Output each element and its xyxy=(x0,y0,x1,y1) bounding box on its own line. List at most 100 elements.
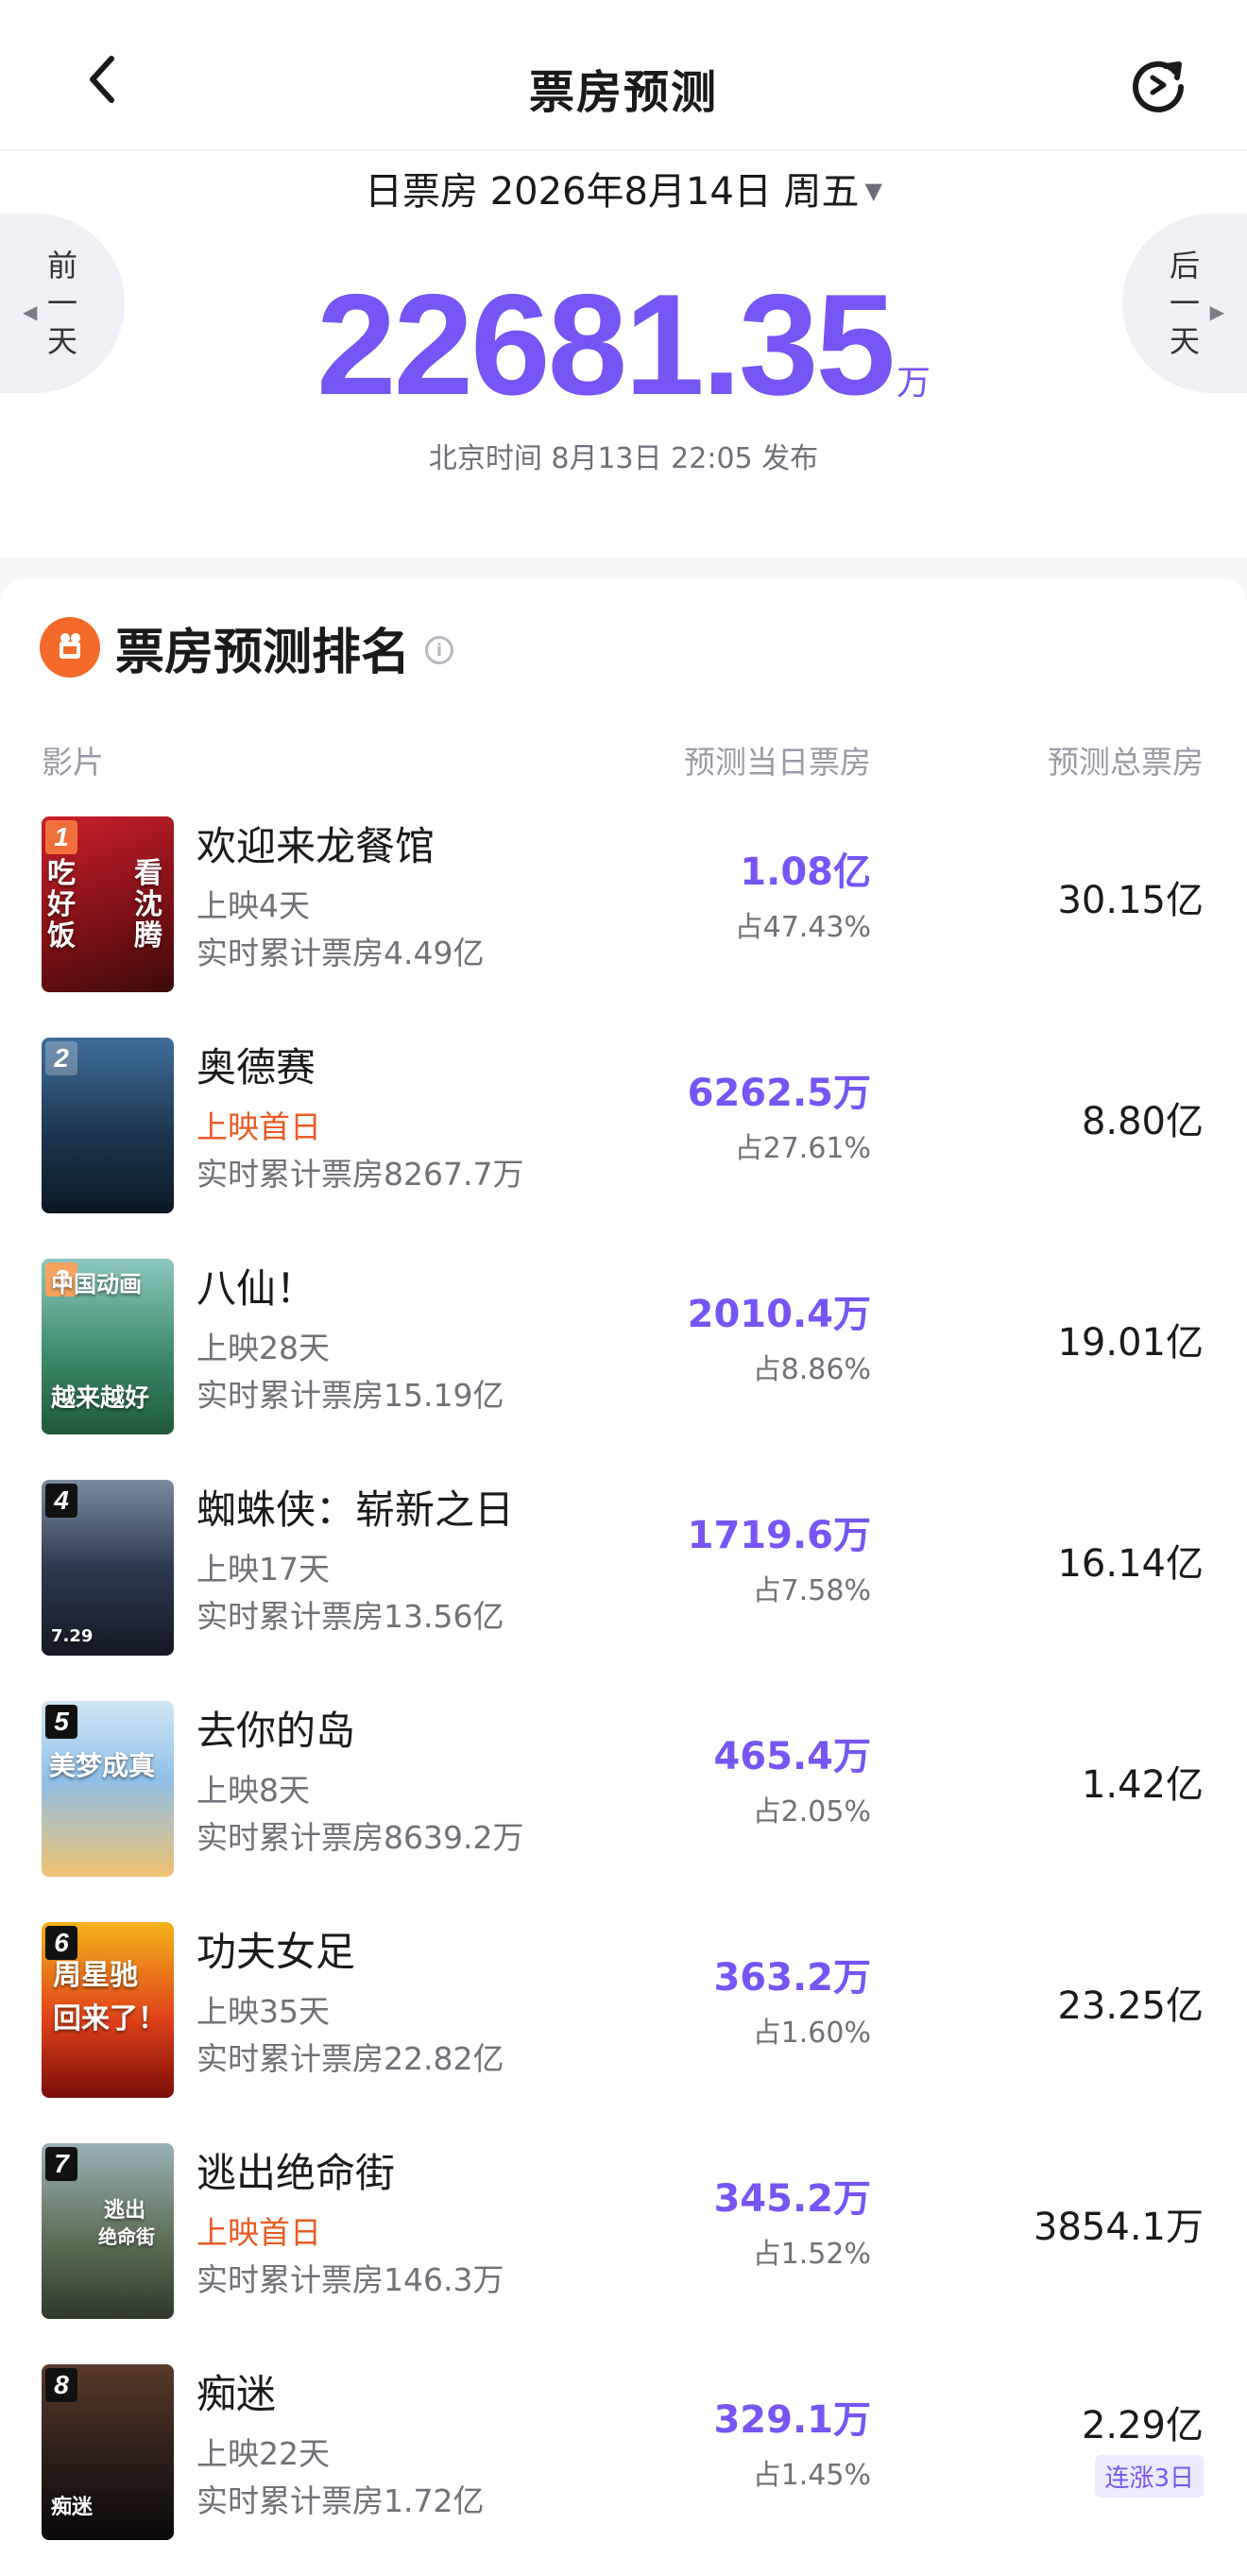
predicted-total-box: 16.14亿 xyxy=(1057,1542,1204,1586)
column-header-total-box: 预测总票房 xyxy=(1048,744,1204,781)
film-release-days: 上映首日 xyxy=(196,2214,321,2251)
day-box-share: 占2.05% xyxy=(752,1795,871,1829)
rank-badge: 7 xyxy=(45,2147,77,2181)
film-row[interactable]: 5 美梦成真 去你的岛 上映8天 实时累计票房8639.2万 465.4万 占2.… xyxy=(0,1688,1247,1909)
rank-badge: 4 xyxy=(45,1484,77,1518)
top-bar: 票房预测 xyxy=(0,0,1247,151)
film-poster[interactable]: 1 吃好饭 看沈腾 xyxy=(42,816,174,992)
predicted-day-box: 2010.4万 xyxy=(687,1293,871,1336)
film-release-days: 上映22天 xyxy=(196,2435,330,2472)
trend-badge: 连涨3日 xyxy=(1095,2455,1204,2498)
predicted-total-box: 8.80亿 xyxy=(1081,1100,1204,1143)
predicted-total-box: 2.29亿 xyxy=(1081,2404,1204,2447)
film-cumulative-box: 实时累计票房8639.2万 xyxy=(196,1819,524,1856)
film-name: 蜘蛛侠：崭新之日 xyxy=(196,1486,515,1533)
poster-text: 吃好饭 xyxy=(47,857,76,953)
film-name: 逃出绝命街 xyxy=(196,2150,396,2196)
poster-text: 周星驰 xyxy=(53,1959,138,1992)
day-box-share: 占7.58% xyxy=(752,1574,871,1607)
film-poster[interactable]: 7 逃出 绝命街 xyxy=(42,2143,174,2319)
refresh-icon xyxy=(1133,60,1184,112)
poster-text: 回来了！ xyxy=(53,2002,166,2035)
amount-value: 22681.35 xyxy=(316,265,896,425)
film-cumulative-box: 实时累计票房13.56亿 xyxy=(196,1598,504,1635)
film-poster[interactable]: 3 中国动画 越来越好 xyxy=(42,1259,174,1434)
predicted-day-box: 1719.6万 xyxy=(687,1514,871,1557)
poster-text: 逃出 xyxy=(104,2199,146,2223)
film-name: 欢迎来龙餐馆 xyxy=(196,823,436,869)
day-box-share: 占8.86% xyxy=(752,1353,871,1386)
refresh-button[interactable] xyxy=(1128,55,1188,115)
film-list: 1 吃好饭 看沈腾 欢迎来龙餐馆 上映4天 实时累计票房4.49亿 1.08亿 占4… xyxy=(0,803,1247,2572)
film-poster[interactable]: 2 xyxy=(42,1038,174,1213)
film-name: 奥德赛 xyxy=(196,1044,316,1091)
predicted-day-box: 465.4万 xyxy=(713,1735,871,1778)
day-box-share: 占27.61% xyxy=(734,1132,871,1165)
day-box-share: 占47.43% xyxy=(734,911,871,944)
predicted-total-box: 1.42亿 xyxy=(1081,1763,1204,1807)
rank-badge: 8 xyxy=(45,2368,77,2402)
film-poster[interactable]: 8 痴迷 xyxy=(42,2364,174,2540)
film-cumulative-box: 实时累计票房1.72亿 xyxy=(196,2482,485,2519)
film-release-days: 上映28天 xyxy=(196,1330,330,1366)
predicted-total-box: 3854.1万 xyxy=(1033,2206,1204,2249)
rank-badge: 2 xyxy=(45,1041,77,1075)
film-poster[interactable]: 5 美梦成真 xyxy=(42,1701,174,1877)
film-cumulative-box: 实时累计票房146.3万 xyxy=(196,2261,504,2298)
film-release-days: 上映首日 xyxy=(196,1108,321,1145)
film-row[interactable]: 8 痴迷 痴迷 上映22天 实时累计票房1.72亿 329.1万 占1.45% 2… xyxy=(0,2351,1247,2572)
film-row[interactable]: 6 周星驰 回来了！ 功夫女足 上映35天 实时累计票房22.82亿 363.2万 … xyxy=(0,1909,1247,2130)
film-name: 功夫女足 xyxy=(196,1929,356,1975)
poster-text: 越来越好 xyxy=(51,1384,150,1413)
date-value: 2026年8月14日 周五 xyxy=(489,170,860,214)
amount-unit: 万 xyxy=(896,364,931,403)
poster-text: 7.29 xyxy=(51,1626,94,1646)
predicted-day-box: 1.08亿 xyxy=(740,850,871,894)
film-name: 八仙！ xyxy=(196,1265,316,1312)
poster-text: 绝命街 xyxy=(98,2225,155,2248)
film-camera-icon xyxy=(40,617,100,678)
film-cumulative-box: 实时累计票房15.19亿 xyxy=(196,1377,504,1414)
predicted-total-box: 23.25亿 xyxy=(1057,1984,1204,2028)
date-label: 日票房 xyxy=(364,170,478,214)
rank-badge: 6 xyxy=(45,1926,77,1960)
ranking-panel: 票房预测排名 i 影片 预测当日票房 预测总票房 1 吃好饭 看沈腾 欢迎来龙餐馆 … xyxy=(0,578,1247,2576)
film-row[interactable]: 3 中国动画 越来越好 八仙！ 上映28天 实时累计票房15.19亿 2010.4万… xyxy=(0,1245,1247,1467)
column-header-day-box: 预测当日票房 xyxy=(684,744,871,781)
predicted-total-box: 30.15亿 xyxy=(1057,879,1204,922)
day-box-share: 占1.45% xyxy=(752,2459,871,2492)
box-office-summary: 日票房 2026年8月14日 周五 ▼ ◀ 前 一 天 ▶ 后 一 天 22681… xyxy=(0,151,1247,558)
film-release-days: 上映35天 xyxy=(196,1993,330,2030)
daily-box-office-total: 22681.35 万 xyxy=(0,263,1247,428)
predicted-day-box: 363.2万 xyxy=(713,1956,871,2000)
film-row[interactable]: 7 逃出 绝命街 逃出绝命街 上映首日 实时累计票房146.3万 345.2万 占1… xyxy=(0,2130,1247,2351)
poster-text: 美梦成真 xyxy=(49,1750,156,1781)
film-release-days: 上映8天 xyxy=(196,1772,310,1809)
ranking-header: 票房预测排名 i xyxy=(40,614,454,681)
predicted-day-box: 329.1万 xyxy=(713,2398,871,2442)
rank-badge: 5 xyxy=(45,1705,77,1739)
page-title: 票房预测 xyxy=(528,66,718,119)
film-row[interactable]: 2 奥德赛 上映首日 实时累计票房8267.7万 6262.5万 占27.61%… xyxy=(0,1024,1247,1245)
day-box-share: 占1.60% xyxy=(752,2017,871,2050)
column-header-film: 影片 xyxy=(42,744,104,781)
film-poster[interactable]: 6 周星驰回来了！ xyxy=(42,1922,174,2098)
film-release-days: 上映4天 xyxy=(196,887,310,924)
film-name: 去你的岛 xyxy=(196,1708,356,1754)
film-poster[interactable]: 4 7.29 xyxy=(42,1480,174,1656)
film-row[interactable]: 1 吃好饭 看沈腾 欢迎来龙餐馆 上映4天 实时累计票房4.49亿 1.08亿 占4… xyxy=(0,803,1247,1024)
film-release-days: 上映17天 xyxy=(196,1551,330,1588)
film-cumulative-box: 实时累计票房8267.7万 xyxy=(196,1156,524,1193)
poster-text: 痴迷 xyxy=(51,2496,94,2519)
predicted-day-box: 6262.5万 xyxy=(687,1072,871,1115)
date-selector[interactable]: 日票房 2026年8月14日 周五 ▼ xyxy=(0,161,1247,215)
ranking-title: 票房预测排名 xyxy=(115,624,411,681)
film-cumulative-box: 实时累计票房22.82亿 xyxy=(196,2040,504,2077)
predicted-day-box: 345.2万 xyxy=(713,2177,871,2221)
film-cumulative-box: 实时累计票房4.49亿 xyxy=(196,935,485,971)
film-name: 痴迷 xyxy=(196,2371,277,2417)
publish-time: 北京时间 8月13日 22:05 发布 xyxy=(428,442,819,475)
info-icon[interactable]: i xyxy=(425,636,454,664)
rank-badge: 1 xyxy=(45,820,77,854)
film-row[interactable]: 4 7.29 蜘蛛侠：崭新之日 上映17天 实时累计票房13.56亿 1719.6… xyxy=(0,1467,1247,1688)
